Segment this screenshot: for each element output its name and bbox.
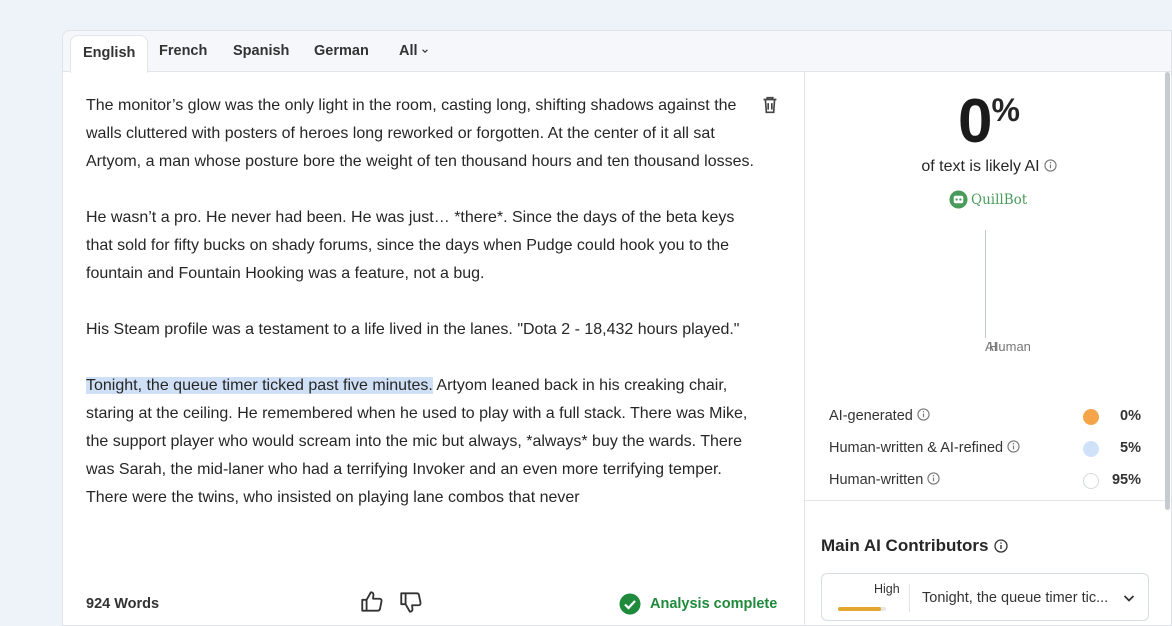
check-circle-icon <box>619 593 641 615</box>
paragraph: The monitor’s glow was the only light in… <box>86 97 754 170</box>
status-label: Analysis complete <box>650 596 778 612</box>
contributor-level: High <box>874 582 900 596</box>
quillbot-logo: QuillBot <box>949 190 1027 210</box>
highlighted-sentence[interactable]: Tonight, the queue timer ticked past fiv… <box>86 377 433 394</box>
info-icon[interactable] <box>1043 159 1057 172</box>
legend-value: 95% <box>1111 472 1141 488</box>
chevron-down-icon <box>421 49 428 54</box>
legend-label-text: Human-written <box>829 472 924 488</box>
tab-french[interactable]: French <box>159 31 207 72</box>
tab-spanish[interactable]: Spanish <box>233 31 289 72</box>
quillbot-icon <box>949 190 968 209</box>
tab-all-dropdown[interactable]: All <box>399 31 429 72</box>
info-icon[interactable] <box>994 539 1009 553</box>
thumbs-down-icon[interactable] <box>398 589 424 615</box>
tab-german[interactable]: German <box>314 31 369 72</box>
score-value: 0 <box>958 87 992 156</box>
ai-score: 0% <box>805 86 1171 157</box>
ai-human-chart: AI Human <box>985 230 1045 360</box>
results-panel: 0% of text is likely AI QuillBot AI Huma… <box>804 72 1171 625</box>
language-tabs: English French Spanish German All <box>63 31 1171 73</box>
contributor-level-fill <box>838 607 882 611</box>
contributor-level-bar <box>838 607 886 611</box>
detector-card: English French Spanish German All The mo… <box>62 30 1172 626</box>
score-caption: of text is likely AI <box>805 158 1171 176</box>
info-icon[interactable] <box>927 472 940 485</box>
legend-label: Human-written <box>829 472 940 488</box>
contributors-title-text: Main AI Contributors <box>821 536 989 555</box>
text-editor[interactable]: The monitor’s glow was the only light in… <box>63 72 804 625</box>
legend-dot-human <box>1083 473 1099 489</box>
contributor-sentence: Tonight, the queue timer tic... <box>922 590 1109 606</box>
legend-value: 0% <box>1120 408 1141 424</box>
paragraph: Tonight, the queue timer ticked past fiv… <box>86 372 758 512</box>
legend-label-text: Human-written & AI-refined <box>829 440 1004 456</box>
legend-label-text: AI-generated <box>829 408 913 424</box>
legend-dot-refined <box>1083 441 1099 457</box>
chevron-down-icon <box>1123 595 1135 602</box>
tab-all-label: All <box>399 43 418 59</box>
info-icon[interactable] <box>1007 440 1020 453</box>
contributor-dropdown[interactable]: High Tonight, the queue timer tic... <box>821 573 1149 621</box>
thumbs-up-icon[interactable] <box>359 589 385 615</box>
chart-label-human: Human <box>989 339 1031 354</box>
contributors-title: Main AI Contributors <box>821 536 1009 556</box>
legend-label: AI-generated <box>829 408 930 424</box>
chart-axis <box>985 230 986 338</box>
brand-name: QuillBot <box>971 192 1028 208</box>
panel-divider <box>805 500 1171 501</box>
paragraph: His Steam profile was a testament to a l… <box>86 321 740 338</box>
legend-dot-ai <box>1083 409 1099 425</box>
panel-scrollbar[interactable] <box>1165 72 1170 510</box>
legend-value: 5% <box>1120 440 1141 456</box>
editor-content[interactable]: The monitor’s glow was the only light in… <box>86 92 758 540</box>
legend-human-written: Human-written 95% <box>829 471 1141 491</box>
legend-ai-refined: Human-written & AI-refined 5% <box>829 439 1141 459</box>
paragraph: He wasn’t a pro. He never had been. He w… <box>86 209 735 282</box>
contributor-separator <box>909 584 910 612</box>
legend-label: Human-written & AI-refined <box>829 440 1020 456</box>
trash-icon[interactable] <box>759 94 781 116</box>
score-percent-sign: % <box>991 92 1020 128</box>
info-icon[interactable] <box>917 408 930 421</box>
tab-english[interactable]: English <box>70 35 149 73</box>
paragraph-rest: Artyom leaned back in his creaking chair… <box>86 377 748 506</box>
score-caption-text: of text is likely AI <box>921 158 1040 175</box>
editor-footer: 924 Words Analysis complete <box>63 582 804 625</box>
word-count: 924 Words <box>86 596 160 612</box>
legend-ai-generated: AI-generated 0% <box>829 407 1141 427</box>
